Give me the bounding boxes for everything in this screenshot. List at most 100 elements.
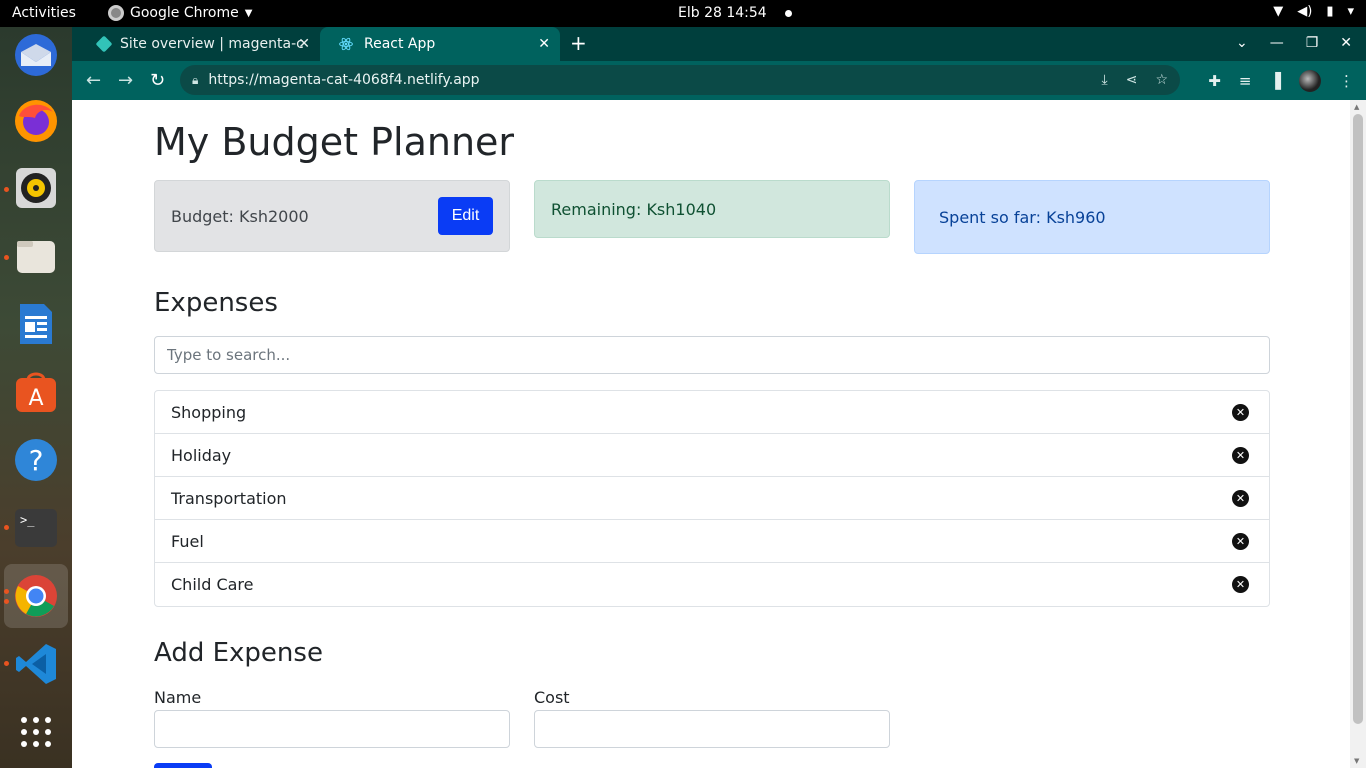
extensions-puzzle-icon[interactable]: ✚ xyxy=(1208,72,1221,90)
new-tab-icon[interactable]: + xyxy=(570,33,587,53)
terminal-icon[interactable]: >_ xyxy=(12,504,60,552)
svg-text:>_: >_ xyxy=(20,513,35,527)
save-button[interactable] xyxy=(154,763,212,768)
expense-name: Fuel xyxy=(171,531,204,551)
budget-text: Budget: Ksh2000 xyxy=(171,206,309,226)
netlify-icon xyxy=(95,35,113,53)
add-expense-heading: Add Expense xyxy=(154,638,323,668)
running-indicator xyxy=(4,599,9,604)
remaining-text: Remaining: Ksh1040 xyxy=(551,199,717,219)
list-item: Child Care ✕ xyxy=(155,563,1269,606)
maximize-icon[interactable]: ❐ xyxy=(1306,35,1319,51)
side-panel-icon[interactable]: ▐ xyxy=(1269,72,1281,90)
forward-icon[interactable]: → xyxy=(118,70,133,91)
cost-label: Cost xyxy=(534,688,570,707)
delete-icon[interactable]: ✕ xyxy=(1232,447,1249,464)
libreoffice-writer-icon[interactable] xyxy=(12,300,60,348)
minimize-icon[interactable]: — xyxy=(1270,35,1284,51)
page-viewport: My Budget Planner Budget: Ksh2000 Edit R… xyxy=(72,100,1350,768)
tab-site-overview[interactable]: Site overview | magenta-c ✕ xyxy=(80,27,320,61)
name-label: Name xyxy=(154,688,202,707)
address-bar[interactable]: 🔒︎ https://magenta-cat-4068f4.netlify.ap… xyxy=(180,65,1180,95)
show-apps-icon[interactable] xyxy=(12,708,60,756)
thunderbird-icon[interactable] xyxy=(12,31,60,79)
browser-toolbar: ← → ↻ 🔒︎ https://magenta-cat-4068f4.netl… xyxy=(72,61,1366,100)
wifi-icon: ▼ xyxy=(1273,4,1284,19)
expense-name: Child Care xyxy=(171,575,254,594)
delete-icon[interactable]: ✕ xyxy=(1232,576,1249,593)
clock[interactable]: Elb 28 14:54 xyxy=(678,5,792,21)
volume-icon: ◀) xyxy=(1297,4,1313,19)
list-item: Shopping ✕ xyxy=(155,391,1269,434)
vscode-icon[interactable] xyxy=(12,640,60,688)
expense-list: Shopping ✕ Holiday ✕ Transportation ✕ Fu… xyxy=(154,390,1270,607)
chrome-mini-icon xyxy=(108,5,124,21)
activities-button[interactable]: Activities xyxy=(12,5,76,21)
reload-icon[interactable]: ↻ xyxy=(150,70,165,91)
tray-caret-icon: ▾ xyxy=(1347,4,1354,19)
running-indicator xyxy=(4,525,9,530)
tab-search-icon[interactable]: ⌄ xyxy=(1236,35,1248,51)
search-input[interactable] xyxy=(154,336,1270,374)
list-item: Holiday ✕ xyxy=(155,434,1269,477)
help-icon[interactable]: ? xyxy=(12,436,60,484)
close-window-icon[interactable]: ✕ xyxy=(1340,35,1352,51)
running-indicator xyxy=(4,255,9,260)
svg-text:?: ? xyxy=(29,444,44,477)
lock-icon[interactable]: 🔒︎ xyxy=(192,73,198,88)
delete-icon[interactable]: ✕ xyxy=(1232,490,1249,507)
svg-text:A: A xyxy=(28,386,43,411)
battery-icon: ▮ xyxy=(1326,4,1334,19)
list-item: Transportation ✕ xyxy=(155,477,1269,520)
firefox-icon[interactable] xyxy=(12,97,60,145)
caret-down-icon: ▼ xyxy=(244,7,253,19)
tab-title: Site overview | magenta-c xyxy=(120,36,304,52)
running-indicator xyxy=(4,187,9,192)
delete-icon[interactable]: ✕ xyxy=(1232,533,1249,550)
cost-input[interactable] xyxy=(534,710,890,748)
tab-title: React App xyxy=(364,36,436,52)
remaining-card: Remaining: Ksh1040 xyxy=(534,180,890,238)
url-text: https://magenta-cat-4068f4.netlify.app xyxy=(208,72,480,88)
share-icon[interactable]: ⋖ xyxy=(1126,72,1138,88)
expenses-heading: Expenses xyxy=(154,288,278,318)
page-title: My Budget Planner xyxy=(154,120,515,164)
install-app-icon[interactable]: ⤓ xyxy=(1102,72,1108,88)
browser-window: Site overview | magenta-c ✕ React App ✕ … xyxy=(72,27,1366,768)
app-menu-label: Google Chrome xyxy=(130,5,239,21)
page-scrollbar[interactable]: ▲ ▼ xyxy=(1350,100,1366,768)
rhythmbox-icon[interactable] xyxy=(12,164,60,212)
scroll-up-icon[interactable]: ▲ xyxy=(1354,103,1359,111)
back-icon[interactable]: ← xyxy=(86,70,101,91)
scroll-down-icon[interactable]: ▼ xyxy=(1354,757,1359,765)
delete-icon[interactable]: ✕ xyxy=(1232,404,1249,421)
menu-kebab-icon[interactable]: ⋮ xyxy=(1339,72,1354,90)
media-control-icon[interactable]: ≡ xyxy=(1239,72,1252,90)
running-indicator xyxy=(4,661,9,666)
tab-strip: Site overview | magenta-c ✕ React App ✕ … xyxy=(72,27,1366,61)
profile-avatar[interactable] xyxy=(1299,70,1321,92)
close-tab-icon[interactable]: ✕ xyxy=(538,36,550,52)
tab-react-app[interactable]: React App ✕ xyxy=(320,27,560,61)
scrollbar-thumb[interactable] xyxy=(1353,114,1363,724)
system-tray[interactable]: ▼ ◀) ▮ ▾ xyxy=(1273,4,1354,19)
app-center-icon[interactable]: A xyxy=(12,368,60,416)
dock: A ? >_ xyxy=(0,27,72,768)
window-controls: ⌄ — ❐ ✕ xyxy=(1236,35,1352,51)
app-menu[interactable]: Google Chrome ▼ xyxy=(108,5,252,21)
clock-label: Elb 28 14:54 xyxy=(678,5,767,21)
extension-area: ✚ ≡ ▐ ⋮ xyxy=(1208,70,1354,92)
system-top-bar: Activities Google Chrome ▼ Elb 28 14:54 … xyxy=(0,0,1366,27)
name-input[interactable] xyxy=(154,710,510,748)
notification-dot-icon xyxy=(784,9,792,17)
spent-text: Spent so far: Ksh960 xyxy=(939,207,1106,227)
spent-card: Spent so far: Ksh960 xyxy=(914,180,1270,254)
bookmark-star-icon[interactable]: ☆ xyxy=(1155,72,1168,88)
expense-name: Transportation xyxy=(171,488,287,508)
chrome-icon[interactable] xyxy=(12,572,60,620)
react-icon xyxy=(339,37,353,51)
close-tab-icon[interactable]: ✕ xyxy=(298,36,310,52)
files-icon[interactable] xyxy=(12,232,60,280)
budget-card: Budget: Ksh2000 Edit xyxy=(154,180,510,252)
edit-budget-button[interactable]: Edit xyxy=(438,197,493,235)
